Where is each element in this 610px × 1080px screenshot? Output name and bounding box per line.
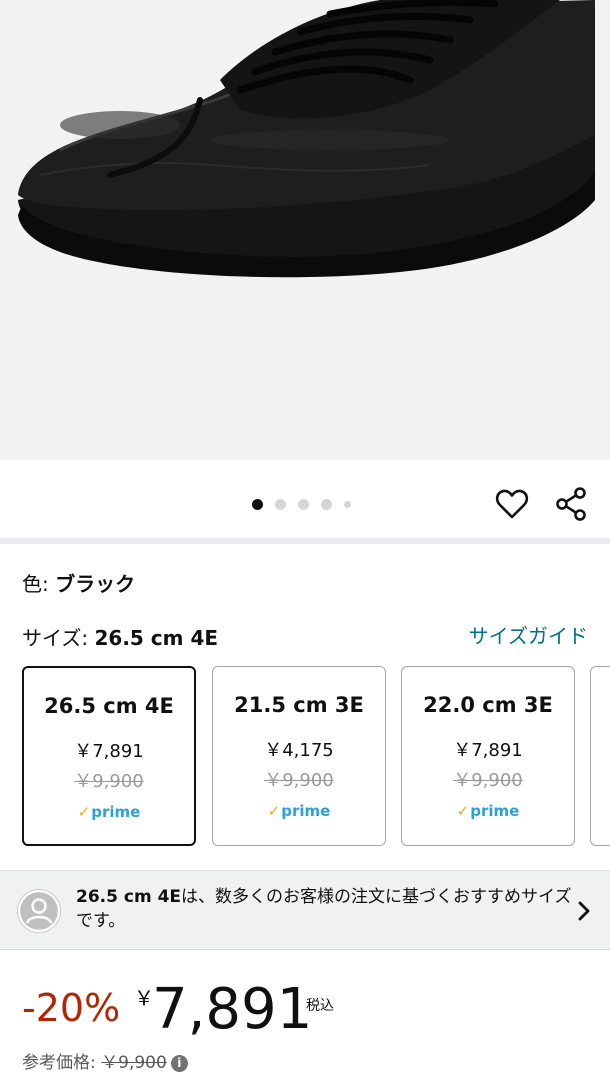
size-value: 26.5 cm 4E: [94, 626, 219, 650]
discount-percentage: -20%: [22, 986, 121, 1030]
reference-price-label: 参考価格:: [22, 1053, 102, 1073]
user-avatar-icon: [17, 889, 61, 933]
size-option-price: ￥7,891: [74, 741, 144, 762]
shoe-image: [0, 0, 610, 460]
prime-check-icon: ✓: [77, 803, 91, 821]
size-option-card[interactable]: 22.0 cm 3E ￥7,891 ￥9,900 ✓prime: [401, 666, 575, 846]
pager-dot-4[interactable]: [321, 498, 332, 510]
size-options: 26.5 cm 4E ￥7,891 ￥9,900 ✓prime 21.5 cm …: [22, 666, 610, 846]
image-pager[interactable]: [252, 498, 351, 510]
size-option-price: ￥7,891: [453, 740, 523, 761]
size-option-size: 26.5 cm 4E: [44, 694, 174, 718]
size-option-list-price: ￥9,900: [453, 770, 523, 791]
pager-dot-3[interactable]: [298, 498, 309, 510]
prime-label: prime: [470, 802, 520, 820]
size-option-price: ￥4,175: [264, 740, 334, 761]
section-divider: [0, 538, 610, 544]
prime-badge: ✓prime: [213, 801, 385, 821]
product-image[interactable]: [0, 0, 610, 460]
size-selection: サイズ: 26.5 cm 4E: [22, 624, 218, 652]
color-label: 色:: [22, 572, 56, 596]
size-option-list-price: ￥9,900: [264, 770, 334, 791]
size-option-card[interactable]: 21.5 cm 3E ￥4,175 ￥9,900 ✓prime: [212, 666, 386, 846]
reference-price: ￥9,900: [101, 1053, 167, 1073]
pager-dot-2[interactable]: [275, 498, 286, 510]
share-button[interactable]: [553, 486, 589, 522]
info-icon[interactable]: i: [170, 1055, 188, 1072]
prime-label: prime: [281, 802, 331, 820]
heart-icon: [495, 489, 529, 519]
size-option-list-price: ￥9,900: [74, 771, 144, 792]
size-label: サイズ:: [22, 626, 95, 650]
share-icon: [556, 487, 586, 521]
recommended-size: 26.5 cm 4E: [76, 887, 182, 907]
size-option-size: 22.0 cm 3E: [423, 693, 553, 717]
prime-label: prime: [91, 803, 141, 821]
chevron-right-icon[interactable]: [574, 899, 594, 923]
color-value: ブラック: [55, 572, 136, 596]
size-option-card[interactable]: 26.5 cm 4E ￥7,891 ￥9,900 ✓prime: [22, 666, 196, 846]
reference-price-row: 参考価格: ￥9,900 i: [22, 1051, 188, 1075]
prime-badge: ✓prime: [402, 801, 574, 821]
size-option-card-partial[interactable]: [590, 666, 610, 846]
size-option-size: 21.5 cm 3E: [234, 693, 364, 717]
prime-badge: ✓prime: [24, 802, 194, 822]
wishlist-button[interactable]: [494, 486, 530, 522]
currency-symbol: ￥: [134, 986, 154, 1010]
pager-dot-1[interactable]: [252, 498, 263, 510]
size-recommendation[interactable]: 26.5 cm 4Eは、数多くのお客様の注文に基づくおすすめサイズです。: [0, 870, 610, 950]
recommendation-text: 26.5 cm 4Eは、数多くのお客様の注文に基づくおすすめサイズです。: [76, 885, 576, 933]
gallery-bar: [0, 460, 610, 538]
pager-dot-5[interactable]: [344, 500, 351, 508]
prime-check-icon: ✓: [267, 802, 281, 820]
prime-check-icon: ✓: [456, 802, 470, 820]
size-guide-link[interactable]: サイズガイド: [469, 622, 588, 650]
tax-included-label: 税込: [306, 998, 334, 1014]
current-price: 7,891: [152, 977, 313, 1042]
color-selection: 色: ブラック: [22, 570, 135, 598]
